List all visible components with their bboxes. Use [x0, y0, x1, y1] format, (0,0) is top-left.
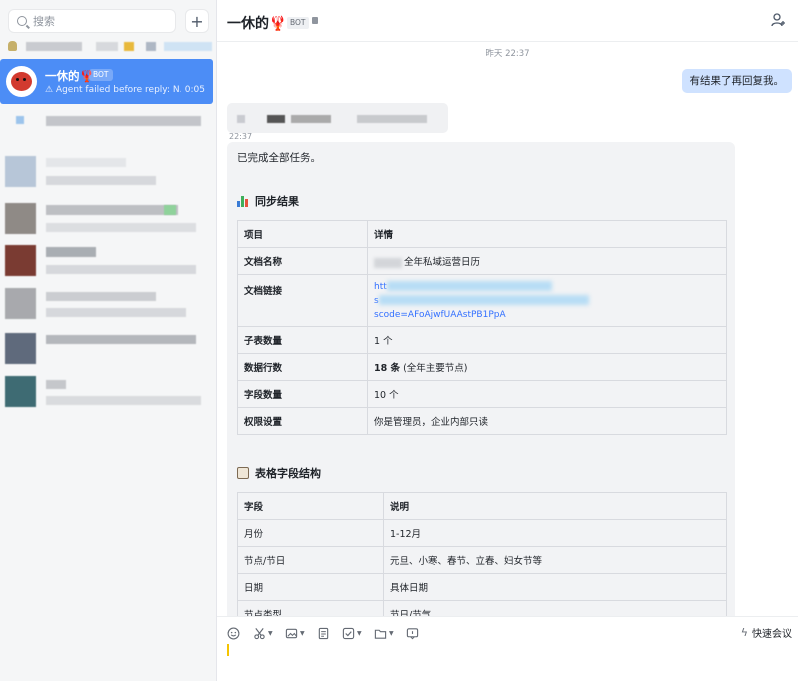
table-header-cell: 项目: [237, 220, 368, 248]
chat-panel: 一休的🦞 BOT 昨天 22:37 有结果了再回复我。 22:37 已完成全部任…: [217, 0, 798, 681]
chat-header: 一休的🦞 BOT: [217, 0, 798, 42]
table-cell-value: 18 条 (全年主要节点): [367, 353, 727, 381]
table-cell-key: 数据行数: [237, 353, 368, 381]
image-button[interactable]: ▼: [285, 626, 305, 640]
search-input[interactable]: 搜索: [8, 9, 176, 33]
search-placeholder: 搜索: [33, 15, 55, 28]
table-cell-value: 元旦、小寒、春节、立春、妇女节等: [383, 546, 727, 574]
folder-icon: [374, 629, 387, 639]
checkbox-icon: [342, 627, 355, 639]
conversation-item-active[interactable]: 一休的🦞 BOT ⚠ Agent failed before reply: N.…: [0, 59, 213, 104]
conversation-item[interactable]: [0, 110, 216, 148]
chat-title: 一休的🦞: [227, 16, 287, 32]
table-cell-key: 文档名称: [237, 247, 368, 275]
table-row: 日期 具体日期: [237, 573, 727, 601]
date-separator: 昨天 22:37: [485, 49, 530, 59]
folder-button[interactable]: ▼: [374, 626, 394, 640]
table-row: 节点类型 节日/节气: [237, 600, 727, 616]
conversation-item[interactable]: [0, 201, 216, 239]
sync-result-table: 项目 详情 文档名称 全年私域运营日历 文档链接 htt s scode=AFo…: [237, 220, 727, 435]
table-cell-value: 节日/节气: [383, 600, 727, 616]
table-cell-key: 文档链接: [237, 274, 368, 327]
conversation-time: 0:05: [184, 85, 205, 95]
doc-icon: [318, 627, 329, 639]
table-cell-value: 10 个: [367, 380, 727, 408]
screenshot-button[interactable]: ▼: [253, 626, 273, 640]
conversation-name: 一休的🦞: [45, 69, 94, 83]
chevron-down-icon: ▼: [300, 629, 305, 637]
sync-section-title: 同步结果: [237, 193, 725, 209]
table-cell-key: 字段数量: [237, 380, 368, 408]
conversation-list: 一休的🦞 BOT ⚠ Agent failed before reply: N.…: [0, 38, 216, 407]
conversation-item[interactable]: [0, 243, 216, 281]
table-cell-key: 子表数量: [237, 326, 368, 354]
chevron-down-icon: ▼: [268, 629, 273, 637]
image-icon: [285, 628, 298, 638]
table-header-row: 项目 详情: [237, 220, 727, 248]
bar-chart-icon: [237, 195, 249, 207]
document-link[interactable]: htt s scode=AFoAjwfUAAstPB1PpA: [367, 274, 727, 327]
document-icon: [237, 467, 249, 479]
table-cell-value: 1-12月: [383, 519, 727, 547]
table-cell-key: 日期: [237, 573, 384, 601]
bot-message-bubble[interactable]: 已完成全部任务。 同步结果 项目 详情 文档名称 全年私域运营日历 文档链接 h…: [227, 142, 735, 616]
conversation-item[interactable]: [0, 374, 216, 412]
conversation-item-pinned[interactable]: [0, 38, 216, 58]
search-icon: [17, 16, 27, 26]
quoted-message[interactable]: [227, 103, 448, 133]
table-header-cell: 说明: [383, 492, 727, 520]
text-cursor: [227, 644, 229, 656]
table-row: 文档链接 htt s scode=AFoAjwfUAAstPB1PpA: [237, 274, 727, 327]
table-row: 权限设置 你是管理员，企业内部只读: [237, 407, 727, 435]
table-cell-value: 你是管理员，企业内部只读: [367, 407, 727, 435]
lightning-icon: ϟ: [740, 626, 748, 639]
table-row: 字段数量 10 个: [237, 380, 727, 408]
task-button[interactable]: ▼: [342, 626, 362, 640]
bot-badge: BOT: [287, 17, 309, 29]
chevron-down-icon: ▼: [357, 629, 362, 637]
lock-icon: [312, 17, 318, 24]
table-row: 子表数量 1 个: [237, 326, 727, 354]
message-composer: ▼ ▼ ▼ ▼ ϟ 快速会议: [217, 616, 798, 681]
avatar: [6, 66, 37, 97]
table-cell-value: 全年私域运营日历: [367, 247, 727, 275]
message-area: 昨天 22:37 有结果了再回复我。 22:37 已完成全部任务。 同步结果 项: [217, 43, 798, 616]
table-cell-key: 节点类型: [237, 600, 384, 616]
table-header-cell: 字段: [237, 492, 384, 520]
table-cell-value: 1 个: [367, 326, 727, 354]
more-button[interactable]: [406, 626, 419, 640]
my-message-bubble[interactable]: 有结果了再回复我。: [681, 69, 792, 93]
table-cell-key: 月份: [237, 519, 384, 547]
chevron-down-icon: ▼: [389, 629, 394, 637]
conversation-item[interactable]: [0, 286, 216, 324]
table-row: 文档名称 全年私域运营日历: [237, 247, 727, 275]
message-icon: [406, 627, 419, 639]
field-structure-table: 字段 说明 月份 1-12月 节点/节日 元旦、小寒、春节、立春、妇女节等 日期…: [237, 492, 727, 616]
table-header-row: 字段 说明: [237, 492, 727, 520]
doc-button[interactable]: [317, 626, 330, 640]
table-cell-key: 节点/节日: [237, 546, 384, 574]
conversation-item[interactable]: [0, 154, 216, 192]
search-row: 搜索 +: [8, 9, 209, 33]
table-header-cell: 详情: [367, 220, 727, 248]
bot-message-intro: 已完成全部任务。: [237, 152, 321, 164]
add-button[interactable]: +: [185, 9, 209, 33]
sidebar: 搜索 + 一休的🦞 BOT ⚠ Agent failed before repl…: [0, 0, 217, 681]
table-cell-key: 权限设置: [237, 407, 368, 435]
emoji-icon: [227, 627, 240, 639]
scissors-icon: [254, 627, 265, 639]
table-row: 数据行数 18 条 (全年主要节点): [237, 353, 727, 381]
bell-icon: [8, 41, 17, 51]
conversation-item[interactable]: [0, 331, 216, 369]
fields-section-title: 表格字段结构: [237, 465, 725, 481]
table-row: 节点/节日 元旦、小寒、春节、立春、妇女节等: [237, 546, 727, 574]
table-cell-value: 具体日期: [383, 573, 727, 601]
emoji-button[interactable]: [227, 626, 240, 640]
conversation-preview: ⚠ Agent failed before reply: N...: [45, 85, 181, 95]
table-row: 月份 1-12月: [237, 519, 727, 547]
quick-meeting-button[interactable]: ϟ 快速会议: [741, 625, 792, 640]
bot-message-time: 22:37: [229, 132, 253, 141]
add-member-icon[interactable]: [770, 12, 786, 28]
bot-badge: BOT: [89, 69, 113, 81]
